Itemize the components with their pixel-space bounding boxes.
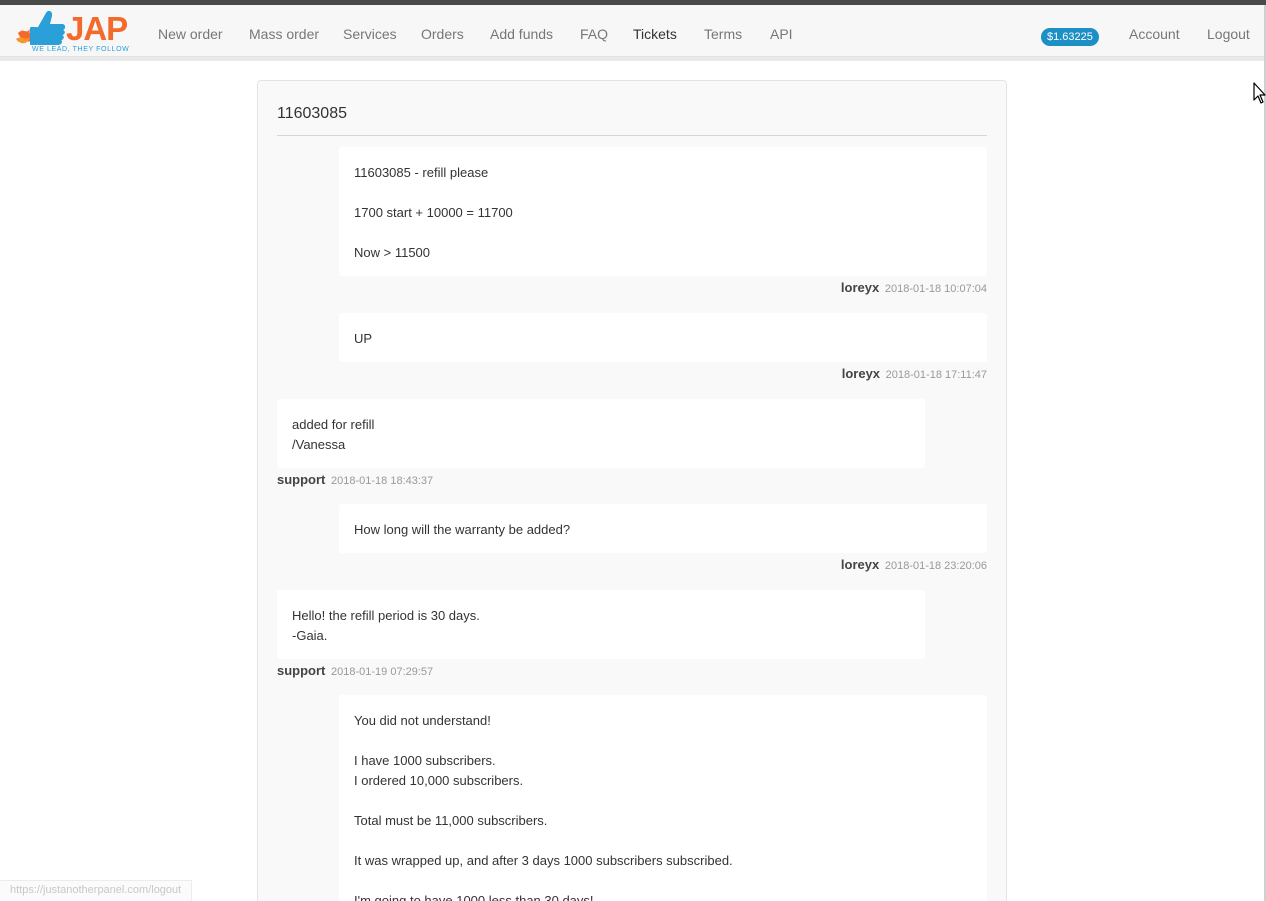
nav-api[interactable]: API	[770, 26, 793, 42]
message-text: UP	[354, 331, 373, 346]
message-bubble: You did not understand! I have 1000 subs…	[339, 695, 987, 901]
message-author: loreyx	[841, 366, 881, 381]
nav-terms[interactable]: Terms	[704, 26, 742, 42]
nav-orders[interactable]: Orders	[421, 26, 464, 42]
nav-logout[interactable]: Logout	[1207, 26, 1250, 42]
ticket-panel: 11603085 11603085 - refill please 1700 s…	[257, 80, 1007, 901]
title-divider	[277, 135, 987, 136]
message-time: 2018-01-18 10:07:04	[884, 283, 987, 295]
nav-account[interactable]: Account	[1129, 26, 1180, 42]
brand-tagline: WE LEAD, THEY FOLLOW	[32, 46, 130, 53]
navbar: JAP WE LEAD, THEY FOLLOW New order Mass …	[0, 5, 1266, 57]
message-meta: support 2018-01-19 07:29:57	[277, 663, 433, 680]
message-bubble: How long will the warranty be added?	[339, 504, 987, 553]
message-bubble: UP	[339, 313, 987, 362]
nav-tickets[interactable]: Tickets	[633, 26, 677, 42]
message-author: support	[277, 472, 326, 487]
message-time: 2018-01-18 23:20:06	[884, 560, 987, 572]
message-meta: loreyx 2018-01-18 17:11:47	[842, 366, 987, 383]
nav-faq[interactable]: FAQ	[580, 26, 608, 42]
message-text: How long will the warranty be added?	[354, 522, 571, 537]
ticket-title: 11603085	[277, 105, 347, 122]
nav-services[interactable]: Services	[343, 26, 397, 42]
mouse-cursor-icon	[1253, 82, 1266, 104]
message-bubble: 11603085 - refill please 1700 start + 10…	[339, 147, 987, 276]
brand-logo[interactable]: JAP WE LEAD, THEY FOLLOW	[16, 9, 132, 55]
navbar-underline	[0, 57, 1266, 61]
brand-name: JAP	[66, 10, 128, 47]
message-text: You did not understand! I have 1000 subs…	[354, 713, 733, 901]
message-time: 2018-01-18 17:11:47	[885, 369, 987, 381]
balance-badge[interactable]: $1.63225	[1041, 28, 1099, 46]
message-author: support	[277, 663, 326, 678]
message-text: added for refill /Vanessa	[292, 417, 375, 452]
nav-new-order[interactable]: New order	[158, 26, 223, 42]
message-bubble: Hello! the refill period is 30 days. -Ga…	[277, 590, 925, 659]
thumbs-up-icon	[16, 10, 66, 46]
message-time: 2018-01-19 07:29:57	[331, 666, 434, 678]
nav-add-funds[interactable]: Add funds	[490, 26, 553, 42]
message-meta: support 2018-01-18 18:43:37	[277, 472, 433, 489]
message-text: Hello! the refill period is 30 days. -Ga…	[292, 608, 480, 643]
nav-mass-order[interactable]: Mass order	[249, 26, 319, 42]
message-time: 2018-01-18 18:43:37	[331, 475, 434, 487]
message-meta: loreyx 2018-01-18 23:20:06	[841, 557, 987, 574]
message-text: 11603085 - refill please 1700 start + 10…	[354, 165, 513, 260]
message-bubble: added for refill /Vanessa	[277, 399, 925, 468]
message-author: loreyx	[840, 557, 880, 572]
status-bar-url: https://justanotherpanel.com/logout	[0, 880, 193, 901]
message-author: loreyx	[840, 280, 880, 295]
message-meta: loreyx 2018-01-18 10:07:04	[841, 280, 987, 297]
